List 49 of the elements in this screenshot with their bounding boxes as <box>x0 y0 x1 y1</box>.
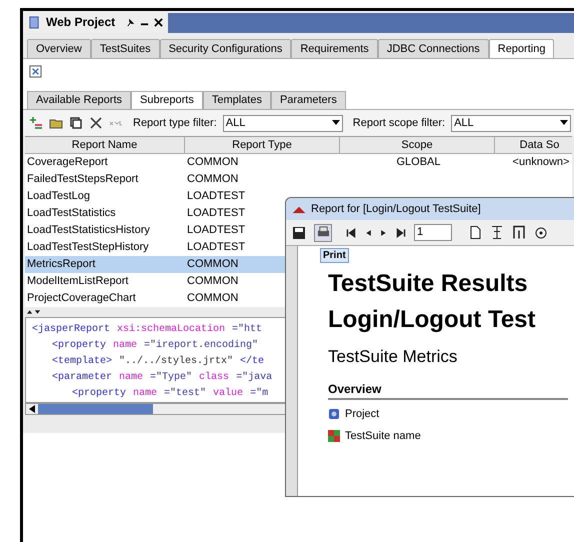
section-heading: Overview <box>328 380 568 400</box>
code-token: ="java <box>236 370 272 385</box>
table-cell-text: CoverageReport <box>27 155 108 170</box>
table-cell-text: FailedTestStepsReport <box>27 172 138 187</box>
table-cell-text: <unknown> <box>512 155 570 170</box>
table-cell-text: LOADTEST <box>187 189 246 204</box>
table-cell-text: COMMON <box>187 257 238 272</box>
table-cell-text: GLOBAL <box>396 155 441 170</box>
table-cell-text: MetricsReport <box>27 257 96 272</box>
table-cell-text: LoadTestStatistics <box>27 206 116 221</box>
table-cell-text: ModelItemListReport <box>27 274 128 289</box>
table-cell-text: COMMON <box>187 274 238 289</box>
table-cell-text: LoadTestTestStepHistory <box>27 240 149 255</box>
code-token: </te <box>240 354 264 369</box>
table-cell-text: COMMON <box>187 155 238 170</box>
table-cell-text: LoadTestStatisticsHistory <box>27 223 150 238</box>
code-token: <jasperReport <box>32 322 110 337</box>
tooltip: Print <box>320 248 349 263</box>
code-token: xsi:schemaLocation <box>117 322 226 337</box>
overview-item: TestSuite name <box>345 429 421 444</box>
code-token: ="test" <box>164 386 206 401</box>
code-token: ="m <box>250 386 268 401</box>
table-cell-text: LOADTEST <box>187 223 246 238</box>
report-subheading: TestSuite Metrics <box>328 346 458 368</box>
code-token: <template> <box>52 354 112 369</box>
code-token: <parameter <box>52 371 112 385</box>
report-heading: Login/Logout Test <box>328 305 537 335</box>
table-cell-text: LOADTEST <box>187 206 246 221</box>
report-heading: TestSuite Results <box>328 269 529 299</box>
filter-label: Report scope filter: <box>352 116 446 131</box>
table-cell-text: COMMON <box>187 172 238 187</box>
overview-item: Project <box>345 406 380 422</box>
window-title: Web Project <box>46 14 116 31</box>
code-token: ="htt <box>232 322 262 337</box>
code-token: name <box>113 339 138 353</box>
code-token: value <box>213 386 244 401</box>
table-cell-text: COMMON <box>187 291 238 306</box>
code-token: <property <box>52 339 106 353</box>
filter-label: Report type filter: <box>133 116 217 131</box>
code-token: "../../styles.jrtx" <box>119 354 234 369</box>
table-cell-text: ProjectCoverageChart <box>27 291 136 306</box>
code-token: ="Type" <box>150 370 192 385</box>
table-cell-text: LoadTestLog <box>27 189 90 204</box>
code-token: ="ireport.encoding" <box>144 338 258 353</box>
code-token: name <box>119 371 144 385</box>
code-token: class <box>199 370 230 385</box>
code-token: name <box>133 387 158 401</box>
code-token: <property <box>72 387 126 401</box>
table-cell-text: LOADTEST <box>187 240 246 255</box>
